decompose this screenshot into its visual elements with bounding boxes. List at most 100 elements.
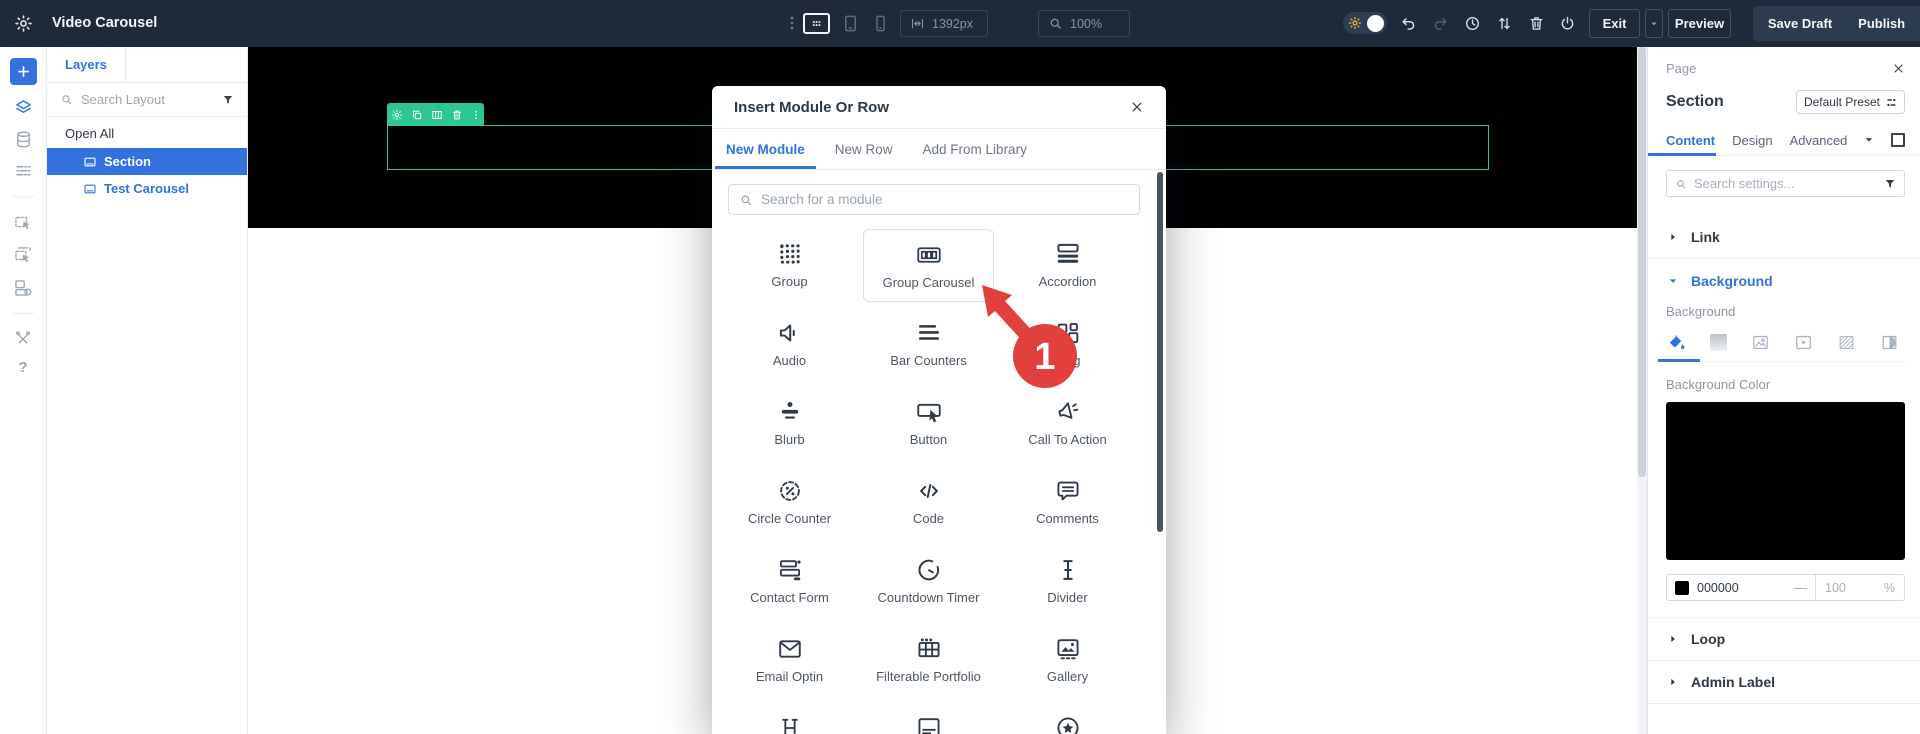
color-hex-field[interactable]: 000000 — <box>1667 575 1815 600</box>
layers-item-test-carousel[interactable]: Test Carousel <box>47 175 247 202</box>
phone-view-button[interactable] <box>871 14 890 33</box>
background-video-tab-icon[interactable] <box>1794 333 1813 352</box>
preview-button[interactable]: Preview <box>1668 9 1731 38</box>
module-item-divider[interactable]: Divider <box>998 544 1137 623</box>
desktop-view-button[interactable] <box>803 13 830 34</box>
module-label: Group Carousel <box>883 275 975 290</box>
layers-icon[interactable] <box>14 98 33 117</box>
tab-new-row[interactable]: New Row <box>824 129 904 169</box>
background-color-tab-icon[interactable] <box>1666 332 1686 352</box>
background-type-underline-track <box>1666 361 1905 362</box>
frame-lines-icon <box>915 714 943 734</box>
module-item-comments[interactable]: Comments <box>998 465 1137 544</box>
redo-button[interactable] <box>1432 15 1449 32</box>
add-button[interactable] <box>10 58 37 85</box>
section-duplicate-icon[interactable] <box>411 109 423 121</box>
expand-box-icon[interactable] <box>1891 133 1905 147</box>
canvas-width-control[interactable]: 1392px <box>900 10 988 37</box>
tablet-view-button[interactable] <box>841 14 860 33</box>
background-image-tab-icon[interactable] <box>1751 333 1770 352</box>
history-icon[interactable] <box>1464 15 1481 32</box>
tab-design[interactable]: Design <box>1732 133 1772 148</box>
tab-new-module[interactable]: New Module <box>715 129 816 169</box>
group-admin-label[interactable]: Admin Label <box>1648 661 1920 704</box>
import-export-icon[interactable] <box>1496 15 1513 32</box>
module-item-accordion[interactable]: Accordion <box>998 228 1137 307</box>
module-item-group-carousel[interactable]: Group Carousel <box>863 229 994 302</box>
module-item-button[interactable]: Button <box>859 386 998 465</box>
background-pattern-tab-icon[interactable] <box>1837 333 1856 352</box>
section-columns-icon[interactable] <box>431 109 443 121</box>
module-item-code[interactable]: Code <box>859 465 998 544</box>
module-item-bar-counters[interactable]: Bar Counters <box>859 307 998 386</box>
module-item-email-optin[interactable]: Email Optin <box>720 623 859 702</box>
background-gradient-tab-icon[interactable] <box>1710 334 1727 351</box>
exit-button[interactable]: Exit <box>1589 9 1640 38</box>
help-icon[interactable]: ? <box>18 360 27 375</box>
module-item-contact-form[interactable]: Contact Form <box>720 544 859 623</box>
database-icon[interactable] <box>14 130 33 149</box>
more-options-icon[interactable] <box>784 15 800 31</box>
canvas-scrollbar-thumb[interactable] <box>1638 47 1646 477</box>
publish-button[interactable]: Publish <box>1858 16 1905 31</box>
select-multiple-icon[interactable] <box>13 245 33 265</box>
layers-item-section[interactable]: Section <box>47 148 247 175</box>
module-item-blog[interactable]: Blog <box>998 307 1137 386</box>
module-item-group[interactable]: Group <box>720 228 859 307</box>
group-background[interactable]: Background <box>1648 259 1920 302</box>
module-label: Blog <box>1054 353 1080 368</box>
module-item-circle-counter[interactable]: Circle Counter <box>720 465 859 544</box>
module-item-frame-lines[interactable] <box>859 702 998 734</box>
module-item-filterable-portfolio[interactable]: Filterable Portfolio <box>859 623 998 702</box>
open-all-button[interactable]: Open All <box>47 117 247 148</box>
breadcrumb[interactable]: Page <box>1666 61 1696 76</box>
module-item-audio[interactable]: Audio <box>720 307 859 386</box>
tab-advanced[interactable]: Advanced <box>1790 133 1848 148</box>
section-settings-icon[interactable] <box>391 109 403 121</box>
save-draft-button[interactable]: Save Draft <box>1768 16 1832 31</box>
trash-icon[interactable] <box>1528 15 1545 32</box>
module-item-blurb[interactable]: Blurb <box>720 386 859 465</box>
background-color-swatch[interactable] <box>1666 402 1905 560</box>
tab-layers[interactable]: Layers <box>47 47 126 82</box>
filter-funnel-icon[interactable] <box>222 94 234 106</box>
tab-add-from-library[interactable]: Add From Library <box>912 129 1038 169</box>
close-icon[interactable] <box>1130 100 1144 114</box>
module-item-gallery[interactable]: Gallery <box>998 623 1137 702</box>
module-item-countdown-timer[interactable]: Countdown Timer <box>859 544 998 623</box>
library-icon[interactable] <box>13 278 33 298</box>
module-item-star-circle[interactable] <box>998 702 1137 734</box>
canvas-scrollbar[interactable] <box>1637 47 1647 734</box>
caret-down-icon[interactable] <box>1864 135 1874 145</box>
close-icon[interactable] <box>1892 62 1905 75</box>
canvas-zoom-control[interactable]: 100% <box>1038 10 1130 37</box>
builder-mode-toggle[interactable] <box>1343 12 1387 34</box>
module-item-heading[interactable] <box>720 702 859 734</box>
exit-dropdown-button[interactable] <box>1645 9 1663 38</box>
comments-icon <box>1054 477 1082 505</box>
undo-button[interactable] <box>1400 15 1417 32</box>
group-link[interactable]: Link <box>1648 216 1920 259</box>
modal-scrollbar-thumb[interactable] <box>1157 172 1163 532</box>
wireframe-icon[interactable] <box>14 162 33 181</box>
tools-icon[interactable] <box>14 329 32 347</box>
builder-settings-gear-icon[interactable] <box>14 14 33 33</box>
filter-funnel-icon[interactable] <box>1884 178 1896 190</box>
power-icon[interactable] <box>1559 15 1576 32</box>
background-mask-tab-icon[interactable] <box>1880 333 1899 352</box>
canvas-width-value: 1392px <box>932 17 973 31</box>
tab-content[interactable]: Content <box>1666 133 1715 148</box>
section-delete-icon[interactable] <box>451 109 463 121</box>
opacity-field[interactable]: 100 % <box>1816 575 1904 600</box>
section-more-icon[interactable] <box>471 110 481 120</box>
color-chip[interactable] <box>1675 581 1689 595</box>
module-search-input[interactable] <box>761 192 1129 207</box>
group-loop[interactable]: Loop <box>1648 618 1920 661</box>
default-preset-button[interactable]: Default Preset <box>1796 90 1905 114</box>
insert-module-modal: Insert Module Or Row New Module New Row … <box>712 86 1166 734</box>
layers-search-input[interactable] <box>81 92 214 107</box>
select-element-icon[interactable] <box>13 212 33 232</box>
settings-search-input[interactable] <box>1694 176 1877 191</box>
chevron-right-icon <box>1668 634 1678 644</box>
module-item-call-to-action[interactable]: Call To Action <box>998 386 1137 465</box>
